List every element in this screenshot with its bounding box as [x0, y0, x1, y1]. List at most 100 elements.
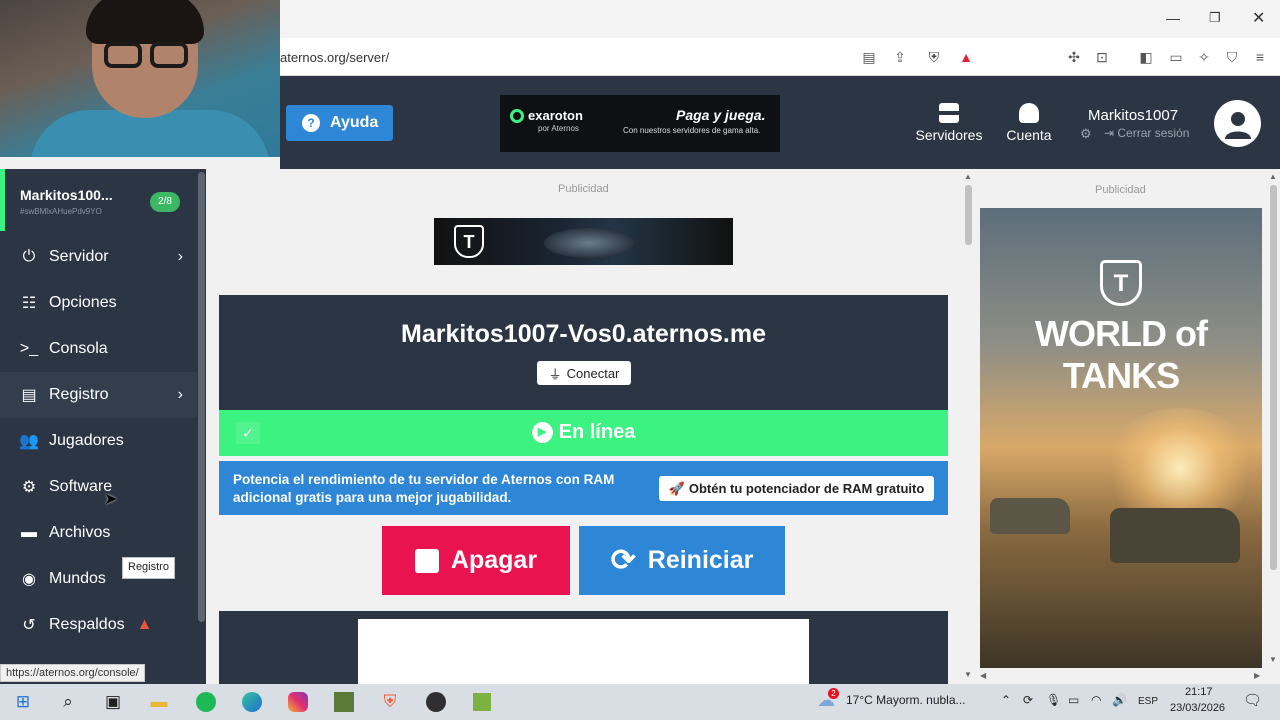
right-hscroll-right-icon[interactable]: ▶ — [1254, 671, 1260, 680]
server-status-card — [219, 295, 948, 411]
notifications-icon[interactable]: 🗨 — [1243, 691, 1262, 709]
search-icon[interactable]: ⌕ — [55, 689, 81, 715]
weather-badge: 2 — [828, 688, 839, 699]
stop-button[interactable]: Apagar — [382, 526, 570, 595]
history-icon: ↺ — [22, 617, 36, 634]
logout-label: Cerrar sesión — [1117, 126, 1190, 140]
right-scroll-down-icon[interactable]: ▼ — [1269, 655, 1277, 664]
edge-icon[interactable] — [239, 689, 265, 715]
right-hscroll-left-icon[interactable]: ◀ — [980, 671, 986, 680]
servers-label: Servidores — [915, 127, 983, 143]
sidebar-item-jugadores[interactable]: 👥 Jugadores — [0, 418, 197, 464]
brave-shield-icon[interactable]: ⛨ — [926, 49, 942, 65]
wallet-icon[interactable]: ▭ — [1168, 49, 1184, 65]
url-text[interactable]: aternos.org/server/ — [280, 50, 389, 65]
sidebar-server-id: #swBMlxAHuePdv9YO — [20, 207, 102, 216]
windows-start-icon[interactable]: ⊞ — [10, 689, 36, 715]
sidebar-item-respaldos[interactable]: ↺ Respaldos ▲ — [0, 602, 197, 648]
brave-rewards-icon[interactable]: ▲ — [958, 49, 974, 65]
sidebar-toggle-icon[interactable]: ◧ — [1138, 49, 1154, 65]
scroll-down-icon[interactable]: ▼ — [964, 670, 972, 679]
minecraft-icon[interactable] — [331, 689, 357, 715]
webcam-glasses-right — [150, 42, 188, 68]
current-server[interactable]: Markitos100... #swBMlxAHuePdv9YO 2/8 — [0, 169, 197, 231]
account-label: Cuenta — [1006, 127, 1052, 143]
clock-date[interactable]: 23/03/2026 — [1170, 702, 1225, 714]
close-window-icon[interactable]: ✕ — [1252, 8, 1265, 28]
spotify-icon[interactable] — [193, 689, 219, 715]
obs-icon[interactable] — [423, 689, 449, 715]
reader-mode-icon[interactable]: ▤ — [861, 49, 877, 65]
wot-vertical-ad[interactable]: T — [980, 208, 1262, 668]
sidebar-item-label: Archivos — [49, 524, 111, 541]
tray-app-icon[interactable]: ⟳ — [1023, 693, 1033, 707]
menu-icon[interactable]: ≡ — [1252, 49, 1268, 65]
console-ad-slot — [358, 619, 809, 684]
connect-button[interactable]: ⏚ Conectar — [537, 361, 631, 385]
refresh-icon: ⟳ — [610, 544, 636, 577]
sidebar-item-label: Servidor — [49, 248, 109, 265]
sidebar-item-consola[interactable]: >_ Consola — [0, 326, 197, 372]
brave-browser-icon[interactable]: ⛨ — [377, 689, 403, 715]
server-address[interactable]: Markitos1007-Vos0.aternos.me — [219, 320, 948, 349]
wot-logo-icon: T — [454, 225, 484, 258]
ad-subtext: Con nuestros servidores de gama alta. — [623, 126, 761, 135]
sidebar-item-archivos[interactable]: ▬ Archivos — [0, 510, 197, 556]
language-indicator[interactable]: ESP — [1138, 696, 1158, 707]
username[interactable]: Markitos1007 — [1088, 107, 1178, 124]
restart-button[interactable]: ⟳ Reiniciar — [579, 526, 785, 595]
webcam-overlay — [0, 0, 280, 157]
extensions-icon[interactable]: ✣ — [1066, 49, 1082, 65]
avatar[interactable] — [1214, 100, 1261, 147]
wifi-icon[interactable]: ◠ — [1091, 693, 1101, 707]
tray-chevron-icon[interactable]: ⌃ — [1001, 693, 1011, 707]
main-scrollbar[interactable] — [962, 172, 974, 677]
account-link[interactable]: Cuenta — [1000, 103, 1058, 143]
volume-icon[interactable]: 🔊 — [1112, 693, 1127, 707]
restore-icon[interactable]: ❐ — [1209, 10, 1221, 26]
task-view-icon[interactable]: ▣ — [100, 689, 126, 715]
vpn-icon[interactable]: ⛉ — [1224, 49, 1240, 65]
ram-promo-text: Potencia el rendimiento de tu servidor d… — [233, 472, 615, 505]
exaroton-ad[interactable]: exaroton por Aternos Paga y juega. Con n… — [500, 95, 780, 152]
settings-gear-icon[interactable]: ⚙ — [1080, 126, 1092, 142]
folder-icon: ▬ — [21, 524, 37, 541]
ram-booster-button[interactable]: 🚀 Obtén tu potenciador de RAM gratuito — [659, 476, 934, 501]
screenshot-icon[interactable]: ⊡ — [1094, 49, 1110, 65]
share-icon[interactable]: ⇪ — [892, 49, 908, 65]
warning-icon: ▲ — [136, 616, 153, 633]
right-scroll-up-icon[interactable]: ▲ — [1269, 172, 1277, 181]
plug-icon: ⏚ — [548, 366, 562, 382]
ad-brand: exaroton — [528, 108, 583, 123]
help-button[interactable]: ? Ayuda — [286, 105, 393, 141]
sidebar-item-opciones[interactable]: ☷ Opciones — [0, 280, 197, 326]
instagram-icon[interactable] — [285, 689, 311, 715]
file-explorer-icon[interactable]: ▬ — [146, 689, 172, 715]
microphone-icon[interactable]: 🎙 — [1046, 693, 1061, 707]
minimize-icon[interactable]: — — [1166, 10, 1180, 26]
clock-time[interactable]: 21:17 — [1185, 686, 1213, 698]
webcam-glasses-left — [104, 42, 142, 68]
right-scrollbar-thumb[interactable] — [1270, 185, 1277, 570]
sidebar-item-label: Opciones — [49, 294, 117, 311]
power-icon: ⏻ — [22, 248, 36, 265]
wot-banner-ad[interactable]: T — [434, 218, 733, 265]
scroll-up-icon[interactable]: ▲ — [964, 172, 972, 181]
minecraft-launcher-icon[interactable] — [469, 689, 495, 715]
stop-square-icon — [414, 548, 439, 573]
gears-icon: ⚙ — [21, 479, 37, 496]
leo-ai-icon[interactable]: ✧ — [1196, 49, 1212, 65]
logout-link[interactable]: ⇥ Cerrar sesión — [1104, 126, 1189, 140]
servers-link[interactable]: Servidores — [914, 103, 984, 143]
weather-text[interactable]: 17°C Mayorm. nubla... — [846, 693, 966, 707]
sidebar-scrollbar[interactable] — [198, 172, 205, 622]
restart-label: Reiniciar — [647, 546, 754, 574]
status-text: En línea — [558, 421, 636, 444]
user-avatar-icon — [1224, 111, 1251, 139]
sidebar-item-registro[interactable]: ▤ Registro › — [0, 372, 197, 418]
sidebar: Markitos100... #swBMlxAHuePdv9YO 2/8 ⏻ S… — [0, 169, 206, 684]
battery-icon[interactable]: ▭ — [1068, 693, 1079, 707]
sidebar-item-software[interactable]: ⚙ Software — [0, 464, 197, 510]
main-scrollbar-thumb[interactable] — [965, 185, 972, 245]
sidebar-item-servidor[interactable]: ⏻ Servidor › — [0, 234, 197, 280]
